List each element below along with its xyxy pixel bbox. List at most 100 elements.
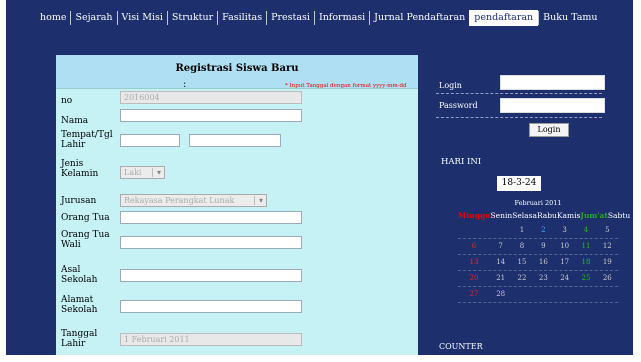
divider <box>436 93 602 94</box>
tempat-lahir-input[interactable] <box>120 134 180 147</box>
calendar-day[interactable]: 7 <box>490 239 511 254</box>
login-panel: Login Password Login <box>433 70 607 142</box>
calendar-day[interactable]: 25 <box>575 271 596 286</box>
day-header: Sabtu <box>607 211 631 220</box>
calendar-day[interactable]: 14 <box>490 255 511 270</box>
hari-ini-title: HARI INI <box>441 157 482 167</box>
calendar-day[interactable]: 20 <box>458 271 490 286</box>
calendar-day[interactable]: 19 <box>597 255 618 270</box>
jurusan-select[interactable]: Rekayasa Perangkat Lunak ▾ <box>120 194 267 207</box>
calendar-day[interactable]: 12 <box>597 239 618 254</box>
day-header: Minggu <box>458 211 491 220</box>
page-canvas: home Sejarah Visi Misi Struktur Fasilita… <box>6 0 633 355</box>
alamat-sekolah-input[interactable] <box>120 300 302 313</box>
tanggal-lahir-field: 1 Februari 2011 <box>120 333 302 346</box>
login-button[interactable]: Login <box>529 123 569 137</box>
day-header: Rabu <box>536 211 557 220</box>
orang-tua-input[interactable] <box>120 211 302 224</box>
calendar-day[interactable]: 10 <box>554 239 575 254</box>
calendar-day <box>511 287 532 302</box>
calendar-month: Februari 2011 <box>514 199 562 207</box>
nav-jurnal-pendaftaran[interactable]: Jurnal Pendaftaran <box>369 11 469 25</box>
orang-tua-wali-label: Orang Tua Wali <box>61 230 110 250</box>
calendar: Februari 2011 Minggu Senin Selasa Rabu K… <box>458 197 630 303</box>
calendar-day <box>597 287 618 302</box>
registration-form: Registrasi Siswa Baru no 2016004 Nama Te… <box>56 55 418 355</box>
calendar-day[interactable]: 3 <box>554 223 575 238</box>
divider <box>436 117 602 118</box>
nama-input[interactable] <box>120 109 302 122</box>
calendar-day[interactable]: 24 <box>554 271 575 286</box>
calendar-day[interactable]: 8 <box>511 239 532 254</box>
nav-struktur[interactable]: Struktur <box>166 11 217 25</box>
nav-prestasi[interactable]: Prestasi <box>266 11 314 25</box>
calendar-day[interactable]: 18 <box>575 255 596 270</box>
date-format-hint: * Input Tanggal dengan format yyyy-mm-dd <box>285 83 407 89</box>
calendar-week: 6 7 8 9 10 11 12 <box>458 239 618 255</box>
calendar-day[interactable]: 22 <box>511 271 532 286</box>
nav-buku-tamu[interactable]: Buku Tamu <box>538 11 601 25</box>
calendar-day[interactable]: 11 <box>575 239 596 254</box>
calendar-day[interactable]: 27 <box>458 287 490 302</box>
calendar-grid: 1 2 3 4 5 6 7 8 9 10 11 12 13 14 15 16 17 18 19 20 21 22 23 24 2… <box>458 223 618 303</box>
alamat-sekolah-label: Alamat Sekolah <box>61 295 98 315</box>
calendar-day[interactable]: 17 <box>554 255 575 270</box>
calendar-day <box>533 287 554 302</box>
nama-label: Nama <box>61 116 89 126</box>
chevron-down-icon: ▾ <box>156 168 161 177</box>
chevron-down-icon: ▾ <box>258 196 263 205</box>
calendar-day[interactable]: 21 <box>490 271 511 286</box>
calendar-day[interactable]: 28 <box>490 287 511 302</box>
nav-pendaftaran[interactable]: pendaftaran <box>469 10 539 26</box>
calendar-day <box>554 287 575 302</box>
calendar-day <box>575 287 596 302</box>
password-input[interactable] <box>500 98 605 113</box>
jenis-kelamin-select[interactable]: Laki ▾ <box>120 166 165 179</box>
password-label: Password <box>439 101 478 110</box>
no-field: 2016004 <box>120 91 302 104</box>
day-header: Selasa <box>512 211 537 220</box>
orang-tua-label: Orang Tua <box>61 213 110 223</box>
jk-label: Jenis Kelamin <box>61 159 99 179</box>
tanggal-lahir-input[interactable] <box>189 134 281 147</box>
colon-separator: : <box>183 79 187 90</box>
calendar-day[interactable]: 13 <box>458 255 490 270</box>
calendar-week: 12345 <box>458 223 618 239</box>
ttl-label: Tempat/Tgl Lahir <box>61 130 113 150</box>
nav-informasi[interactable]: Informasi <box>313 11 369 25</box>
jurusan-selected: Rekayasa Perangkat Lunak <box>124 196 235 205</box>
jk-selected: Laki <box>124 168 142 177</box>
orang-tua-wali-input[interactable] <box>120 236 302 249</box>
calendar-day[interactable]: 15 <box>511 255 532 270</box>
calendar-day[interactable]: 2 <box>533 223 554 238</box>
calendar-week: 27 28 <box>458 287 618 303</box>
nav-home[interactable]: home <box>36 11 70 25</box>
calendar-day[interactable]: 1 <box>511 223 532 238</box>
tanggal-lahir-label: Tanggal Lahir <box>61 329 98 349</box>
calendar-day[interactable]: 26 <box>597 271 618 286</box>
page: home Sejarah Visi Misi Struktur Fasilita… <box>0 0 641 362</box>
main-nav: home Sejarah Visi Misi Struktur Fasilita… <box>36 10 602 26</box>
calendar-day[interactable]: 16 <box>533 255 554 270</box>
day-header: Kamis <box>556 211 581 220</box>
select-divider <box>254 196 255 205</box>
calendar-day <box>490 223 511 238</box>
current-date: 18-3-24 <box>497 176 541 191</box>
login-label: Login <box>439 81 462 90</box>
counter-title: COUNTER <box>439 342 483 351</box>
calendar-day[interactable]: 4 <box>575 223 596 238</box>
nav-sejarah[interactable]: Sejarah <box>70 11 116 25</box>
select-divider <box>152 168 153 177</box>
asal-sekolah-input[interactable] <box>120 269 302 282</box>
no-label: no <box>61 96 73 106</box>
calendar-day[interactable]: 5 <box>597 223 618 238</box>
nav-visi-misi[interactable]: Visi Misi <box>116 11 167 25</box>
calendar-day[interactable]: 6 <box>458 239 490 254</box>
calendar-day[interactable]: 9 <box>533 239 554 254</box>
calendar-day-headers: Minggu Senin Selasa Rabu Kamis Jum'at Sa… <box>458 209 630 223</box>
day-header: Senin <box>490 211 513 220</box>
calendar-day <box>458 223 490 238</box>
calendar-day[interactable]: 23 <box>533 271 554 286</box>
nav-fasilitas[interactable]: Fasilitas <box>217 11 266 25</box>
login-input[interactable] <box>500 75 605 90</box>
